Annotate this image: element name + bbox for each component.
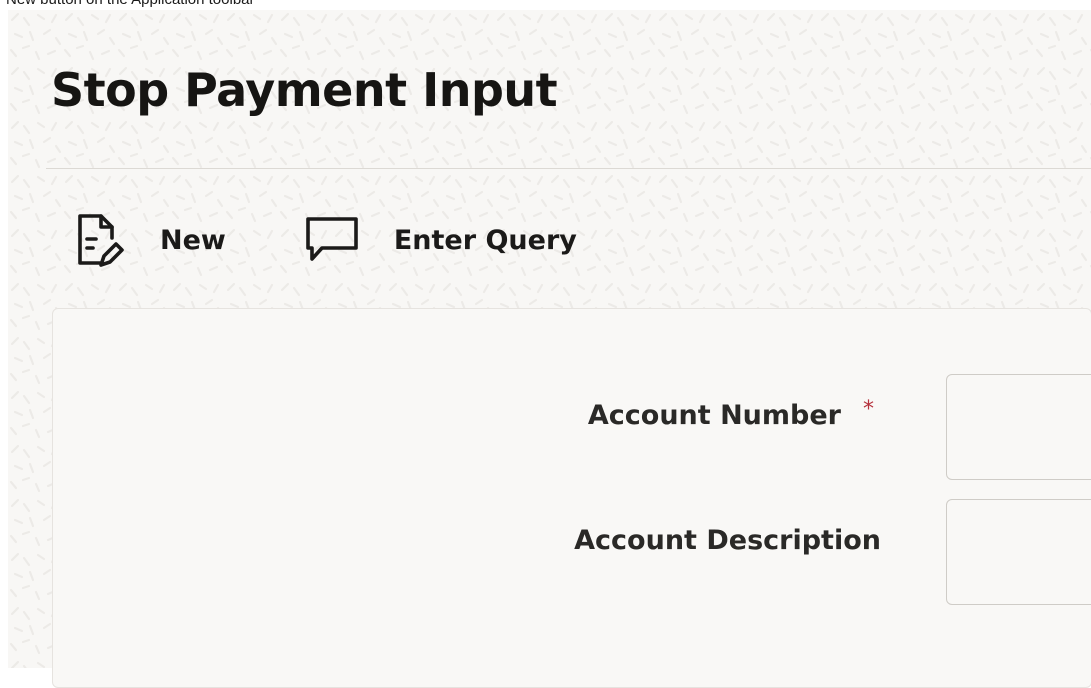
application-toolbar: New Enter Query [70,210,577,270]
speech-bubble-icon [304,214,360,266]
title-divider [46,168,1091,169]
enter-query-button-label: Enter Query [393,224,577,256]
new-document-icon [70,210,124,270]
new-button[interactable]: New [70,210,226,270]
account-number-field[interactable] [946,374,1091,480]
page-title: Stop Payment Input [51,63,558,117]
account-description-label: Account Description [574,525,881,556]
new-button-label: New [160,224,226,256]
form-panel [52,308,1091,688]
account-number-label: Account Number [587,400,841,431]
enter-query-button[interactable]: Enter Query [304,210,577,270]
required-indicator: * [863,397,874,422]
screenshot-caption: New button on the Application toolbar [6,0,255,9]
account-description-field[interactable] [946,499,1091,605]
